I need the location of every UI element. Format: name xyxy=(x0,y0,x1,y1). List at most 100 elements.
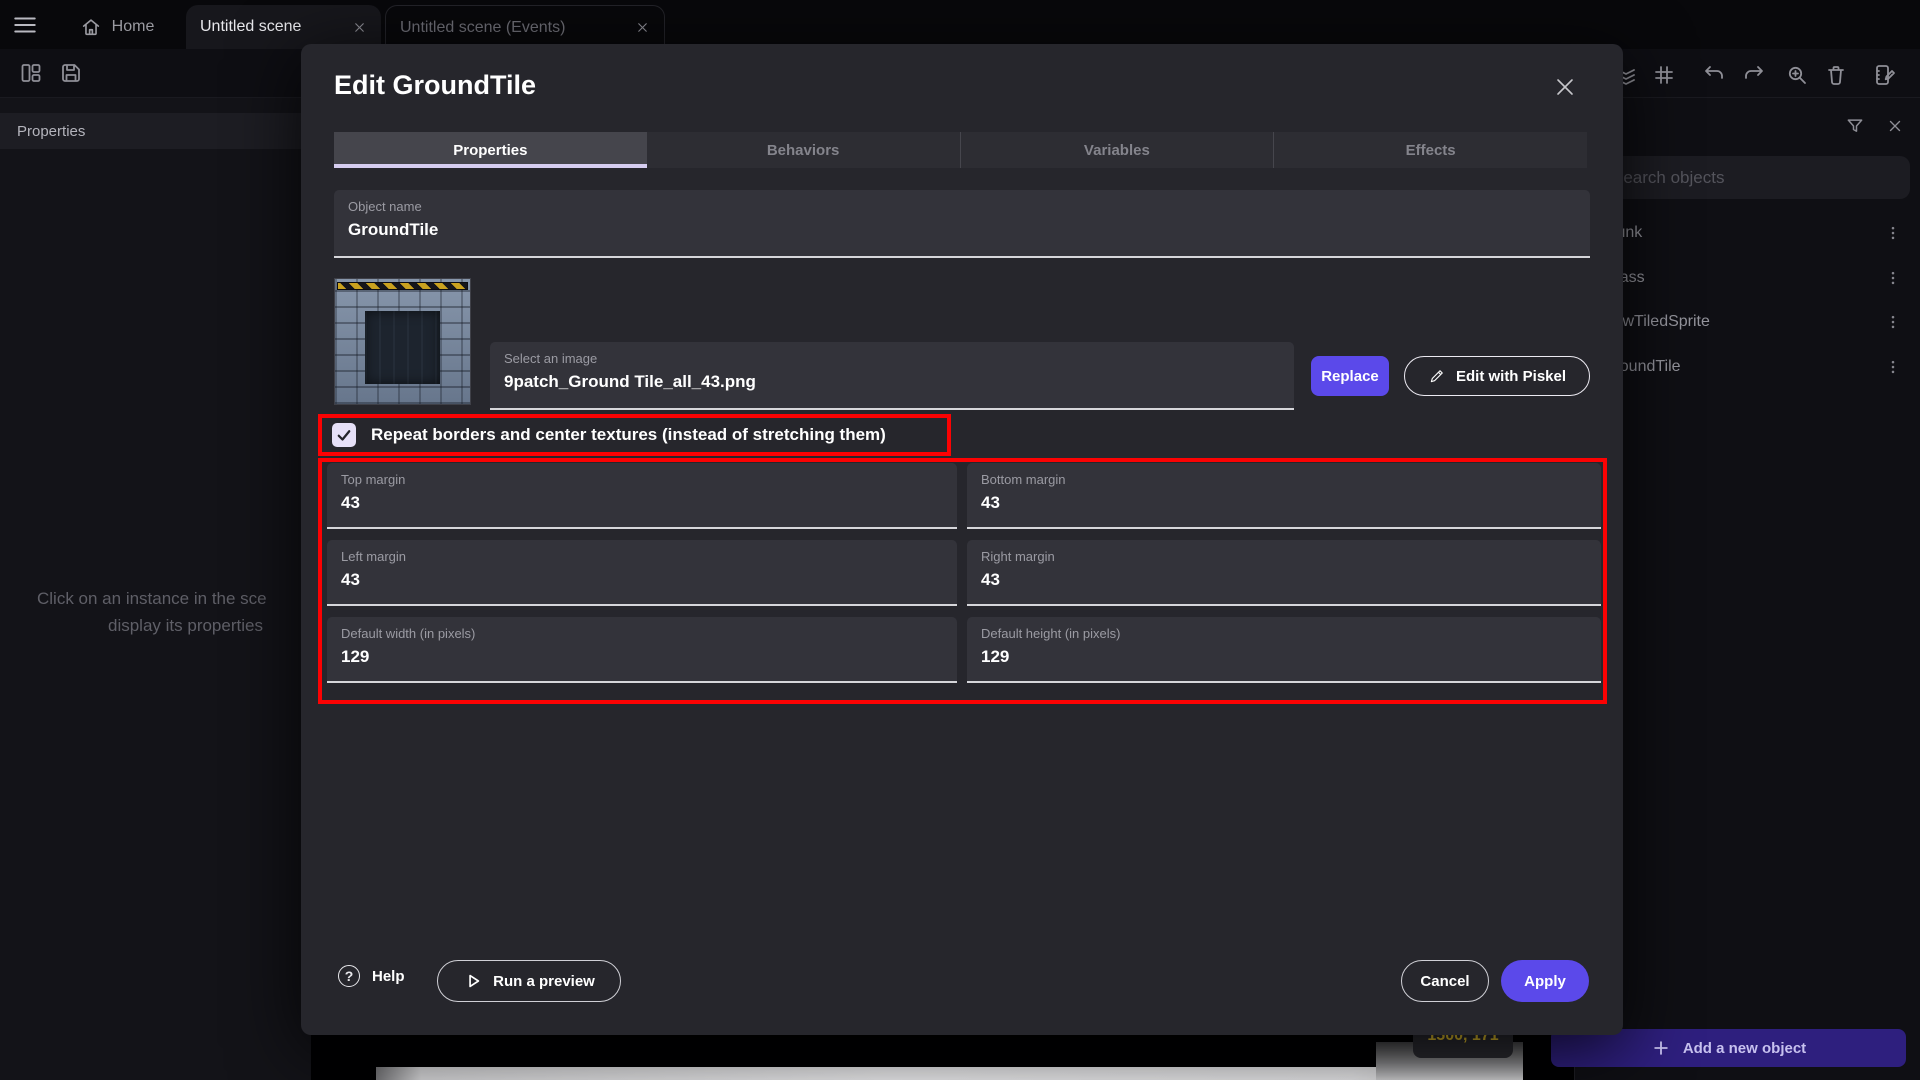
repeat-borders-label: Repeat borders and center textures (inst… xyxy=(371,425,886,445)
edit-with-piskel-button[interactable]: Edit with Piskel xyxy=(1404,356,1590,396)
filter-objects-button[interactable] xyxy=(1840,111,1870,141)
object-list-item[interactable]: NewTiledSprite xyxy=(1574,300,1920,344)
right-margin-input[interactable] xyxy=(981,570,1587,590)
run-preview-button[interactable]: Run a preview xyxy=(437,960,621,1002)
bottom-margin-field: Bottom margin xyxy=(967,463,1601,529)
tab-effects[interactable]: Effects xyxy=(1273,132,1587,168)
search-objects-input[interactable] xyxy=(1598,156,1910,199)
object-name-label: Object name xyxy=(348,199,422,214)
edit-object-dialog: Edit GroundTile Properties Behaviors Var… xyxy=(301,44,1623,1035)
top-margin-field: Top margin xyxy=(327,463,957,529)
close-tab-icon[interactable] xyxy=(635,20,650,35)
menu-icon[interactable] xyxy=(12,11,44,39)
redo-button[interactable] xyxy=(1736,58,1770,92)
repeat-borders-checkbox[interactable] xyxy=(332,423,356,447)
properties-panel-header: Properties xyxy=(0,113,311,149)
object-name-input[interactable] xyxy=(348,220,1576,240)
default-height-input[interactable] xyxy=(981,647,1587,667)
home-icon xyxy=(80,16,102,38)
top-margin-input[interactable] xyxy=(341,493,943,513)
plus-icon xyxy=(1651,1038,1671,1058)
thumbnail-hazard-stripe xyxy=(337,282,468,290)
object-name-field: Object name xyxy=(334,190,1590,258)
kebab-icon xyxy=(1884,224,1902,242)
thumbnail-center xyxy=(365,311,440,384)
kebab-icon xyxy=(1884,313,1902,331)
close-tab-icon[interactable] xyxy=(352,20,367,35)
default-width-input[interactable] xyxy=(341,647,943,667)
layout-columns-icon xyxy=(19,61,43,85)
left-margin-label: Left margin xyxy=(341,549,406,564)
properties-panel-title: Properties xyxy=(17,123,85,140)
left-margin-input[interactable] xyxy=(341,570,943,590)
cancel-button[interactable]: Cancel xyxy=(1401,960,1489,1002)
zoom-button[interactable] xyxy=(1780,58,1814,92)
tab-untitled-scene-events[interactable]: Untitled scene (Events) xyxy=(385,5,665,49)
close-objects-panel-button[interactable] xyxy=(1880,111,1910,141)
object-menu-button[interactable] xyxy=(1878,263,1908,293)
bottom-margin-input[interactable] xyxy=(981,493,1587,513)
close-icon xyxy=(1886,117,1904,135)
question-icon: ? xyxy=(338,965,360,987)
tab-variables[interactable]: Variables xyxy=(960,132,1274,168)
tile-image-thumbnail[interactable] xyxy=(334,278,471,405)
image-filename-input[interactable] xyxy=(504,372,1280,392)
object-list-item[interactable]: GroundTile xyxy=(1574,345,1920,389)
kebab-icon xyxy=(1884,269,1902,287)
bottom-margin-label: Bottom margin xyxy=(981,472,1066,487)
right-margin-label: Right margin xyxy=(981,549,1055,564)
tab-behaviors[interactable]: Behaviors xyxy=(647,132,960,168)
play-icon xyxy=(463,971,483,991)
zoom-in-icon xyxy=(1785,63,1809,87)
tab-home-label: Home xyxy=(112,18,155,36)
apply-button[interactable]: Apply xyxy=(1501,960,1589,1002)
edit-with-piskel-label: Edit with Piskel xyxy=(1456,368,1566,385)
tab-untitled-scene[interactable]: Untitled scene xyxy=(186,5,381,49)
select-image-field: Select an image xyxy=(490,342,1294,410)
undo-icon xyxy=(1703,63,1727,87)
scene-canvas-edge xyxy=(376,1067,1523,1080)
search-objects-box xyxy=(1598,156,1910,199)
funnel-icon xyxy=(1845,116,1865,136)
dialog-title: Edit GroundTile xyxy=(334,70,536,101)
grid-icon xyxy=(1652,63,1676,87)
object-menu-button[interactable] xyxy=(1878,307,1908,337)
edit-scene-button[interactable] xyxy=(1868,58,1902,92)
delete-button[interactable] xyxy=(1819,58,1853,92)
object-menu-button[interactable] xyxy=(1878,352,1908,382)
grid-button[interactable] xyxy=(1647,58,1681,92)
run-preview-label: Run a preview xyxy=(493,973,595,990)
pencil-icon xyxy=(1428,367,1446,385)
help-label: Help xyxy=(372,968,405,985)
properties-hint-line1: Click on an instance in the sce xyxy=(37,589,267,609)
close-icon xyxy=(1553,75,1577,99)
top-tab-bar: Home Untitled scene Untitled scene (Even… xyxy=(0,0,1920,49)
tab-scene-label: Untitled scene xyxy=(200,18,301,36)
checkmark-icon xyxy=(335,426,353,444)
replace-image-button[interactable]: Replace xyxy=(1311,356,1389,396)
object-list-item[interactable]: Grass xyxy=(1574,256,1920,300)
properties-hint-line2: display its properties xyxy=(108,616,263,636)
help-button[interactable]: ? Help xyxy=(338,965,405,987)
tab-properties[interactable]: Properties xyxy=(334,132,647,168)
edit-note-icon xyxy=(1873,63,1897,87)
right-margin-field: Right margin xyxy=(967,540,1601,606)
dialog-close-button[interactable] xyxy=(1553,74,1579,100)
redo-icon xyxy=(1741,63,1765,87)
kebab-icon xyxy=(1884,358,1902,376)
default-width-label: Default width (in pixels) xyxy=(341,626,475,641)
hamburger-icon xyxy=(12,12,38,38)
object-menu-button[interactable] xyxy=(1878,218,1908,248)
tab-home[interactable]: Home xyxy=(52,5,182,49)
undo-button[interactable] xyxy=(1698,58,1732,92)
save-icon xyxy=(59,61,83,85)
project-manager-button[interactable] xyxy=(14,56,48,90)
gdevelop-app: Home Untitled scene Untitled scene (Even… xyxy=(0,0,1920,1080)
default-width-field: Default width (in pixels) xyxy=(327,617,957,683)
save-button[interactable] xyxy=(54,56,88,90)
dialog-tab-bar: Properties Behaviors Variables Effects xyxy=(334,132,1587,168)
object-list-item[interactable]: Trunk xyxy=(1574,211,1920,255)
tab-events-label: Untitled scene (Events) xyxy=(400,19,565,37)
top-margin-label: Top margin xyxy=(341,472,405,487)
default-height-label: Default height (in pixels) xyxy=(981,626,1120,641)
